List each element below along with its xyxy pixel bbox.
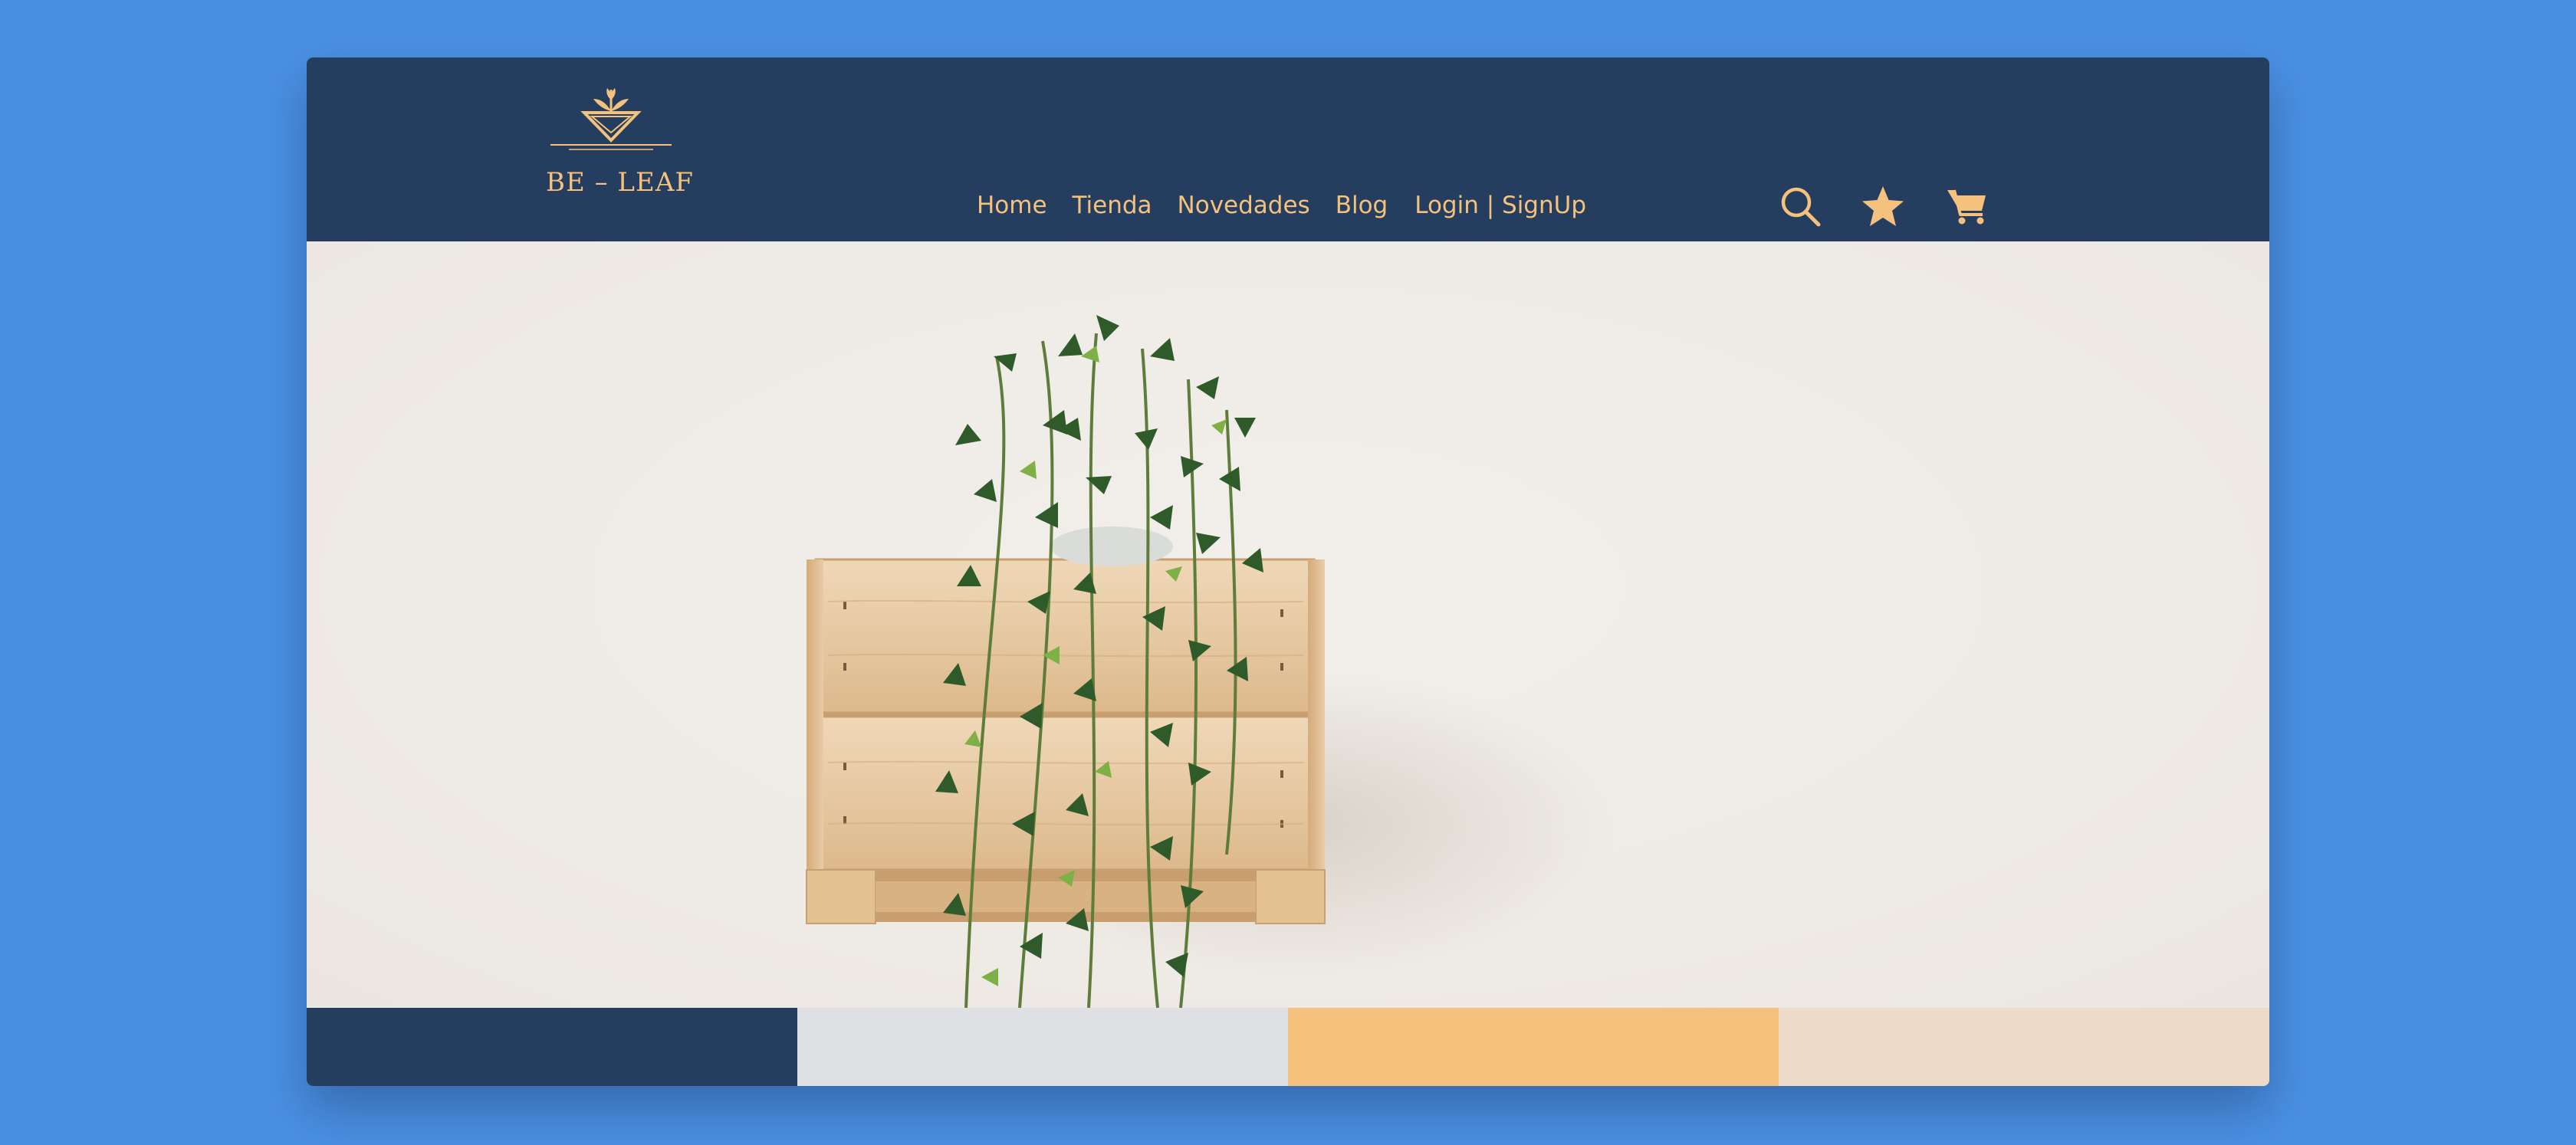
plant-crate-illustration	[806, 315, 1618, 1008]
main-nav: Home Tienda Novedades Blog Login | SignU…	[977, 186, 1586, 225]
search-icon[interactable]	[1777, 183, 1823, 229]
nav-novedades-link[interactable]: Novedades	[1178, 192, 1310, 219]
palette-swatch-sand	[1779, 1008, 2269, 1086]
nav-home-link[interactable]: Home	[977, 192, 1047, 219]
navbar: BE – LEAF Home Tienda Novedades Blog Log…	[307, 57, 2269, 241]
logo-emblem-icon	[550, 88, 672, 150]
color-palette	[307, 1008, 2269, 1086]
star-icon[interactable]	[1860, 183, 1906, 229]
nav-icon-group	[1777, 183, 1990, 229]
palette-swatch-gold	[1288, 1008, 1779, 1086]
logo-text: BE – LEAF	[546, 167, 694, 198]
nav-tienda-link[interactable]: Tienda	[1073, 192, 1152, 219]
browser-window: BE – LEAF Home Tienda Novedades Blog Log…	[307, 57, 2269, 1086]
palette-swatch-navy	[307, 1008, 797, 1086]
cart-icon[interactable]	[1944, 183, 1990, 229]
hero-image	[307, 241, 2269, 1008]
nav-blog-link[interactable]: Blog	[1336, 192, 1388, 219]
nav-login-signup-link[interactable]: Login | SignUp	[1414, 192, 1586, 219]
palette-swatch-gray	[797, 1008, 1288, 1086]
logo[interactable]: BE – LEAF	[546, 85, 694, 200]
